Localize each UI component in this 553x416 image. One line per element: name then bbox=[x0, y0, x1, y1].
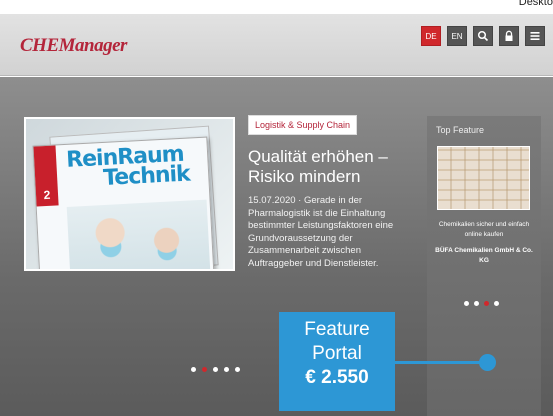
top-feature-dot[interactable] bbox=[494, 301, 499, 306]
lock-icon bbox=[505, 30, 513, 41]
promo-line2: Portal bbox=[312, 343, 362, 364]
callout-connector bbox=[395, 361, 487, 364]
search-icon bbox=[477, 30, 489, 42]
top-feature-dot[interactable] bbox=[464, 301, 469, 306]
top-feature-dot-active[interactable] bbox=[484, 301, 489, 306]
login-button[interactable] bbox=[499, 26, 519, 46]
hero-stage: 2 ReinRaum Technik Logistik & Supply Cha… bbox=[0, 77, 553, 416]
top-feature-caption[interactable]: Chemikalien sicher und einfach online ka… bbox=[433, 220, 535, 240]
slider-pagination bbox=[191, 367, 240, 372]
top-feature-company: BÜFA Chemikalien GmbH & Co. KG bbox=[435, 247, 533, 264]
slider-dot[interactable] bbox=[235, 367, 240, 372]
menu-icon bbox=[530, 32, 540, 40]
menu-button[interactable] bbox=[525, 26, 545, 46]
header-toolbar: DE EN bbox=[421, 26, 545, 46]
top-feature-dot[interactable] bbox=[474, 301, 479, 306]
search-button[interactable] bbox=[473, 26, 493, 46]
feature-portal-price-callout: Feature Portal € 2.550 bbox=[279, 312, 395, 411]
top-feature-image[interactable] bbox=[437, 146, 530, 210]
top-feature-pagination bbox=[464, 301, 499, 306]
magazine-photo bbox=[66, 199, 211, 269]
article-image[interactable]: 2 ReinRaum Technik bbox=[24, 117, 235, 271]
viewport-label: Deskto bbox=[518, 0, 553, 8]
magazine-title: ReinRaum Technik bbox=[66, 142, 191, 191]
article-teaser: 15.07.2020 · Gerade in der Pharmalogisti… bbox=[248, 195, 394, 269]
site-header: CHEManager DE EN bbox=[0, 14, 553, 76]
promo-line1: Feature bbox=[304, 319, 370, 340]
slider-dot[interactable] bbox=[213, 367, 218, 372]
promo-price: € 2.550 bbox=[305, 367, 369, 388]
site-logo[interactable]: CHEManager bbox=[20, 35, 127, 57]
article-headline[interactable]: Qualität erhöhen – Risiko mindern bbox=[248, 147, 408, 187]
slider-dot[interactable] bbox=[224, 367, 229, 372]
lang-en-button[interactable]: EN bbox=[447, 26, 467, 46]
magazine-cover: 2 ReinRaum Technik bbox=[32, 136, 215, 269]
callout-pointer bbox=[479, 354, 496, 371]
magazine-issue-badge: 2 bbox=[33, 145, 59, 207]
slider-dot[interactable] bbox=[191, 367, 196, 372]
top-feature-title: Top Feature bbox=[436, 125, 485, 135]
slider-dot-active[interactable] bbox=[202, 367, 207, 372]
top-feature-panel: Top Feature Chemikalien sicher und einfa… bbox=[427, 116, 541, 416]
category-tag[interactable]: Logistik & Supply Chain bbox=[248, 115, 358, 135]
lang-de-button[interactable]: DE bbox=[421, 26, 441, 46]
